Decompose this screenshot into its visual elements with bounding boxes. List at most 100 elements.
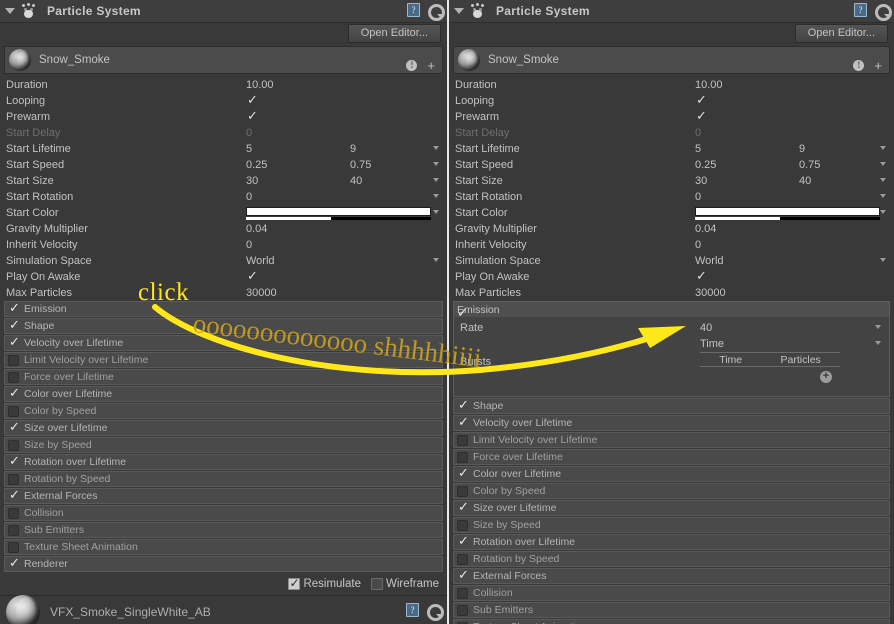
property-value-primary[interactable]: 30000 — [246, 287, 350, 299]
info-icon-right[interactable]: ! — [853, 60, 865, 71]
module-checkbox[interactable] — [8, 302, 20, 316]
module-checkbox[interactable] — [8, 455, 20, 469]
module-row-collision-right[interactable]: Collision — [453, 585, 890, 601]
property-value-primary[interactable]: World — [246, 255, 350, 267]
property-value-primary[interactable]: 0.04 — [695, 223, 799, 235]
property-value-primary[interactable]: 30 — [695, 175, 799, 187]
resimulate-checkbox-box[interactable] — [288, 576, 301, 590]
property-chevron-down-icon[interactable] — [880, 258, 886, 262]
property-checkbox[interactable]: ✓ — [695, 94, 707, 107]
property-value-primary[interactable]: 5 — [246, 143, 350, 155]
module-row-sub-emitters[interactable]: Sub Emitters — [4, 522, 443, 538]
particle-system-component-header[interactable]: Particle System ? — [0, 0, 447, 23]
wireframe-checkbox-box[interactable] — [370, 578, 383, 590]
foldout-triangle-icon[interactable] — [5, 8, 15, 14]
module-row-color-over-lifetime-right[interactable]: Color over Lifetime — [453, 466, 890, 482]
property-checkbox[interactable]: ✓ — [246, 110, 258, 123]
module-row-shape[interactable]: Shape — [4, 318, 443, 334]
module-row-limit-velocity-over-lifetime-right[interactable]: Limit Velocity over Lifetime — [453, 432, 890, 448]
module-checkbox[interactable] — [8, 489, 20, 503]
module-checkbox[interactable] — [8, 336, 20, 350]
start-color-swatch[interactable] — [246, 207, 431, 220]
foldout-triangle-icon-right[interactable] — [454, 8, 464, 14]
material-header-row[interactable]: VFX_Smoke_SingleWhite_AB ? — [0, 595, 447, 624]
module-row-size-over-lifetime-right[interactable]: Size over Lifetime — [453, 500, 890, 516]
module-checkbox[interactable] — [457, 467, 469, 481]
wireframe-checkbox[interactable]: Wireframe — [370, 578, 439, 590]
particle-asset-bar-right[interactable]: Snow_Smoke ! + — [453, 46, 890, 74]
property-value-primary[interactable]: 0 — [246, 127, 350, 139]
property-value-primary[interactable]: 0 — [695, 239, 799, 251]
property-value-primary[interactable]: 0 — [246, 191, 350, 203]
property-value-secondary[interactable]: 40 — [350, 175, 420, 187]
property-chevron-down-icon[interactable] — [433, 210, 439, 214]
property-value-primary[interactable]: 0 — [695, 191, 799, 203]
property-chevron-down-icon[interactable] — [880, 162, 886, 166]
module-checkbox[interactable] — [457, 604, 468, 616]
module-row-renderer[interactable]: Renderer — [4, 556, 443, 572]
property-chevron-down-icon[interactable] — [880, 178, 886, 182]
emission-rate-mode-value[interactable]: Time — [700, 338, 804, 350]
module-checkbox[interactable] — [457, 416, 469, 430]
property-value-secondary[interactable]: 0.75 — [350, 159, 420, 171]
module-row-emission[interactable]: Emission — [4, 301, 443, 317]
module-checkbox[interactable] — [457, 519, 468, 531]
property-checkbox[interactable]: ✓ — [695, 270, 707, 283]
property-chevron-down-icon[interactable] — [880, 194, 886, 198]
module-row-color-by-speed-right[interactable]: Color by Speed — [453, 483, 890, 499]
plus-icon-right[interactable]: + — [874, 59, 882, 72]
open-editor-button-right[interactable]: Open Editor... — [794, 24, 888, 43]
module-checkbox[interactable] — [457, 535, 469, 549]
emission-rate-mode-chevron-icon[interactable] — [875, 341, 881, 345]
property-checkbox[interactable]: ✓ — [246, 270, 258, 283]
property-value-primary[interactable]: 10.00 — [246, 79, 350, 91]
property-value-primary[interactable]: 0.04 — [246, 223, 350, 235]
module-row-texture-sheet-animation-right[interactable]: Texture Sheet Animation — [453, 619, 890, 624]
property-value-primary[interactable]: 0 — [246, 239, 350, 251]
module-checkbox[interactable] — [8, 421, 20, 435]
property-value-secondary[interactable]: 9 — [350, 143, 420, 155]
open-editor-button[interactable]: Open Editor... — [347, 24, 441, 43]
add-burst-button[interactable]: + — [820, 371, 832, 383]
module-checkbox[interactable] — [8, 354, 19, 366]
property-value-primary[interactable]: 0 — [695, 127, 799, 139]
property-value-primary[interactable]: 0.25 — [695, 159, 799, 171]
module-checkbox[interactable] — [8, 524, 19, 536]
module-checkbox[interactable] — [457, 485, 468, 497]
start-color-swatch[interactable] — [695, 207, 880, 220]
particle-system-component-header-right[interactable]: Particle System ? — [449, 0, 894, 23]
module-row-collision[interactable]: Collision — [4, 505, 443, 521]
help-book-icon[interactable]: ? — [407, 3, 420, 17]
module-row-size-over-lifetime[interactable]: Size over Lifetime — [4, 420, 443, 436]
module-row-rotation-by-speed-right[interactable]: Rotation by Speed — [453, 551, 890, 567]
property-value-secondary[interactable]: 9 — [799, 143, 869, 155]
module-checkbox[interactable] — [457, 501, 469, 515]
module-checkbox[interactable] — [457, 553, 468, 565]
module-checkbox[interactable] — [457, 451, 468, 463]
module-row-force-over-lifetime-right[interactable]: Force over Lifetime — [453, 449, 890, 465]
module-row-velocity-over-lifetime[interactable]: Velocity over Lifetime — [4, 335, 443, 351]
module-row-color-over-lifetime[interactable]: Color over Lifetime — [4, 386, 443, 402]
module-checkbox[interactable] — [8, 439, 19, 451]
module-checkbox[interactable] — [8, 319, 20, 333]
material-help-book-icon[interactable]: ? — [406, 603, 419, 617]
module-header-emission[interactable]: ✓ Emission — [453, 301, 890, 320]
module-checkbox[interactable] — [457, 587, 468, 599]
property-chevron-down-icon[interactable] — [433, 146, 439, 150]
property-checkbox[interactable]: ✓ — [695, 110, 707, 123]
gear-icon-right[interactable] — [874, 3, 892, 21]
particle-asset-bar[interactable]: Snow_Smoke ! + — [4, 46, 443, 74]
material-gear-icon[interactable] — [426, 603, 444, 621]
module-row-size-by-speed[interactable]: Size by Speed — [4, 437, 443, 453]
emission-rate-chevron-icon[interactable] — [875, 325, 881, 329]
help-book-icon-right[interactable]: ? — [854, 3, 867, 17]
module-checkbox[interactable] — [8, 541, 19, 553]
property-value-primary[interactable]: 10.00 — [695, 79, 799, 91]
module-row-limit-velocity-over-lifetime[interactable]: Limit Velocity over Lifetime — [4, 352, 443, 368]
module-row-force-over-lifetime[interactable]: Force over Lifetime — [4, 369, 443, 385]
module-row-rotation-by-speed[interactable]: Rotation by Speed — [4, 471, 443, 487]
property-value-primary[interactable]: 30 — [246, 175, 350, 187]
module-row-external-forces-right[interactable]: External Forces — [453, 568, 890, 584]
property-chevron-down-icon[interactable] — [433, 194, 439, 198]
property-value-secondary[interactable]: 40 — [799, 175, 869, 187]
